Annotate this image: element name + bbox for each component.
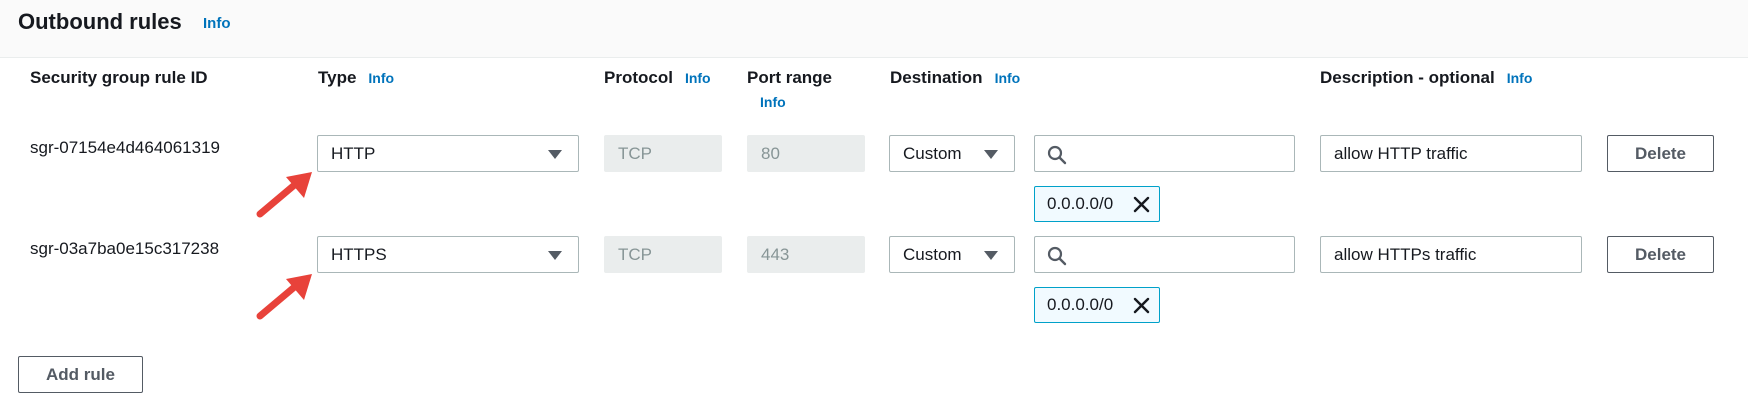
protocol-field: TCP — [604, 236, 722, 273]
destination-search-input[interactable] — [1034, 135, 1295, 172]
section-info-link[interactable]: Info — [203, 15, 231, 32]
column-header-label: Protocol — [604, 68, 673, 87]
port-range-field: 80 — [747, 135, 865, 172]
column-header-protocol: Protocol Info — [604, 68, 711, 88]
search-icon — [1047, 246, 1067, 266]
column-header-type: Type Info — [318, 68, 394, 88]
description-info-link[interactable]: Info — [1507, 70, 1533, 86]
rule-id: sgr-03a7ba0e15c317238 — [30, 239, 220, 258]
column-header-label: Port range — [747, 68, 833, 87]
red-arrow-annotation — [256, 274, 312, 320]
section-header: Outbound rules Info — [0, 0, 1748, 58]
delete-rule-button[interactable]: Delete — [1607, 236, 1714, 273]
section-title: Outbound rules — [18, 9, 182, 34]
destination-type-value: Custom — [903, 245, 962, 264]
destination-type-value: Custom — [903, 144, 962, 163]
destination-type-select[interactable]: Custom — [889, 135, 1015, 172]
destination-type-select[interactable]: Custom — [889, 236, 1015, 273]
column-header-label: Destination — [890, 68, 983, 87]
column-header-description: Description - optional Info — [1320, 68, 1532, 88]
close-icon[interactable] — [1133, 196, 1150, 213]
protocol-value: TCP — [618, 245, 652, 264]
destination-info-link[interactable]: Info — [995, 70, 1021, 86]
protocol-info-link[interactable]: Info — [685, 70, 711, 86]
caret-down-icon — [984, 150, 998, 159]
caret-down-icon — [548, 150, 562, 159]
cidr-token: 0.0.0.0/0 — [1034, 287, 1160, 323]
column-header-rule-id: Security group rule ID — [30, 68, 208, 88]
type-select[interactable]: HTTPS — [317, 236, 579, 273]
destination-search-input[interactable] — [1034, 236, 1295, 273]
cidr-token: 0.0.0.0/0 — [1034, 186, 1160, 222]
column-header-label: Type — [318, 68, 357, 87]
cidr-token-label: 0.0.0.0/0 — [1047, 295, 1114, 314]
description-value: allow HTTP traffic — [1334, 144, 1468, 163]
column-header-destination: Destination Info — [890, 68, 1020, 88]
description-input[interactable]: allow HTTPs traffic — [1320, 236, 1582, 273]
port-range-info-link[interactable]: Info — [760, 94, 786, 110]
close-icon[interactable] — [1133, 297, 1150, 314]
search-icon — [1047, 145, 1067, 165]
type-select-value: HTTPS — [331, 245, 387, 264]
rule-id: sgr-07154e4d464061319 — [30, 138, 221, 157]
protocol-value: TCP — [618, 144, 652, 163]
column-header-label: Description - optional — [1320, 68, 1495, 87]
caret-down-icon — [984, 251, 998, 260]
column-header-label: Security group rule ID — [30, 68, 208, 87]
description-value: allow HTTPs traffic — [1334, 245, 1477, 264]
type-info-link[interactable]: Info — [368, 70, 394, 86]
type-select-value: HTTP — [331, 144, 376, 163]
port-range-value: 80 — [761, 144, 780, 163]
port-range-value: 443 — [761, 245, 790, 264]
add-rule-button[interactable]: Add rule — [18, 356, 143, 393]
delete-rule-button[interactable]: Delete — [1607, 135, 1714, 172]
type-select[interactable]: HTTP — [317, 135, 579, 172]
protocol-field: TCP — [604, 135, 722, 172]
description-input[interactable]: allow HTTP traffic — [1320, 135, 1582, 172]
caret-down-icon — [548, 251, 562, 260]
red-arrow-annotation — [256, 172, 312, 218]
cidr-token-label: 0.0.0.0/0 — [1047, 194, 1114, 213]
port-range-field: 443 — [747, 236, 865, 273]
column-header-port-range: Port range — [747, 68, 832, 88]
